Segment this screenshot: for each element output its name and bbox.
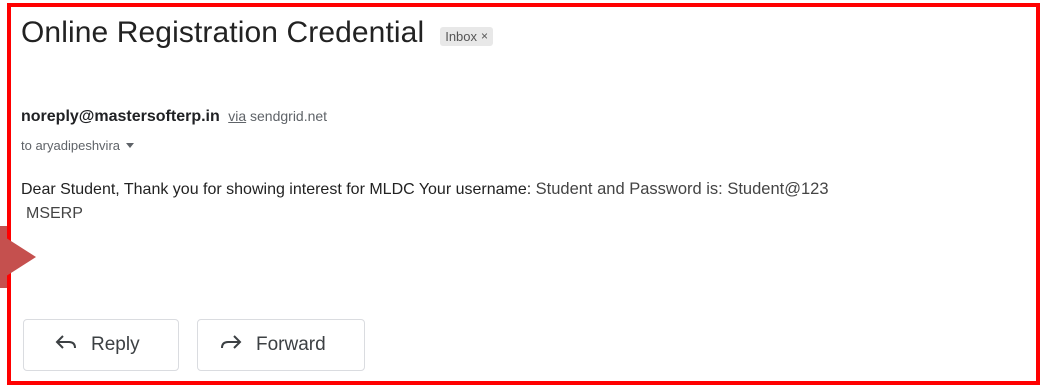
reply-label: Reply <box>91 334 140 355</box>
forward-label: Forward <box>256 334 326 355</box>
sender-row: noreply@mastersofterp.in via sendgrid.ne… <box>21 108 327 126</box>
via-domain: sendgrid.net <box>250 108 328 124</box>
caret-down-icon[interactable] <box>126 143 134 148</box>
recipient-text: to aryadipeshvira <box>21 138 120 153</box>
forward-button[interactable]: Forward <box>197 319 365 371</box>
reply-button[interactable]: Reply <box>23 319 179 371</box>
label-text: Inbox <box>445 28 478 44</box>
body-part1: Dear Student, Thank you for showing inte… <box>21 181 536 198</box>
via-info: via sendgrid.net <box>228 108 327 124</box>
forward-arrow-icon <box>220 334 256 356</box>
reply-arrow-icon <box>55 334 91 356</box>
sender-address[interactable]: noreply@mastersofterp.in <box>21 108 220 125</box>
subject-row: Online Registration Credential Inbox × <box>21 16 494 50</box>
email-body: Dear Student, Thank you for showing inte… <box>21 177 829 202</box>
recipient-row: to aryadipeshvira <box>21 138 134 153</box>
email-body-signature: MSERP <box>26 205 83 222</box>
via-link[interactable]: via <box>228 108 246 124</box>
remove-label-icon[interactable]: × <box>481 29 488 43</box>
pointer-arrow <box>0 234 36 280</box>
inbox-label-chip[interactable]: Inbox × <box>440 26 494 46</box>
email-subject: Online Registration Credential <box>21 16 425 49</box>
body-part2: Student and Password is: Student@123 <box>535 180 829 198</box>
